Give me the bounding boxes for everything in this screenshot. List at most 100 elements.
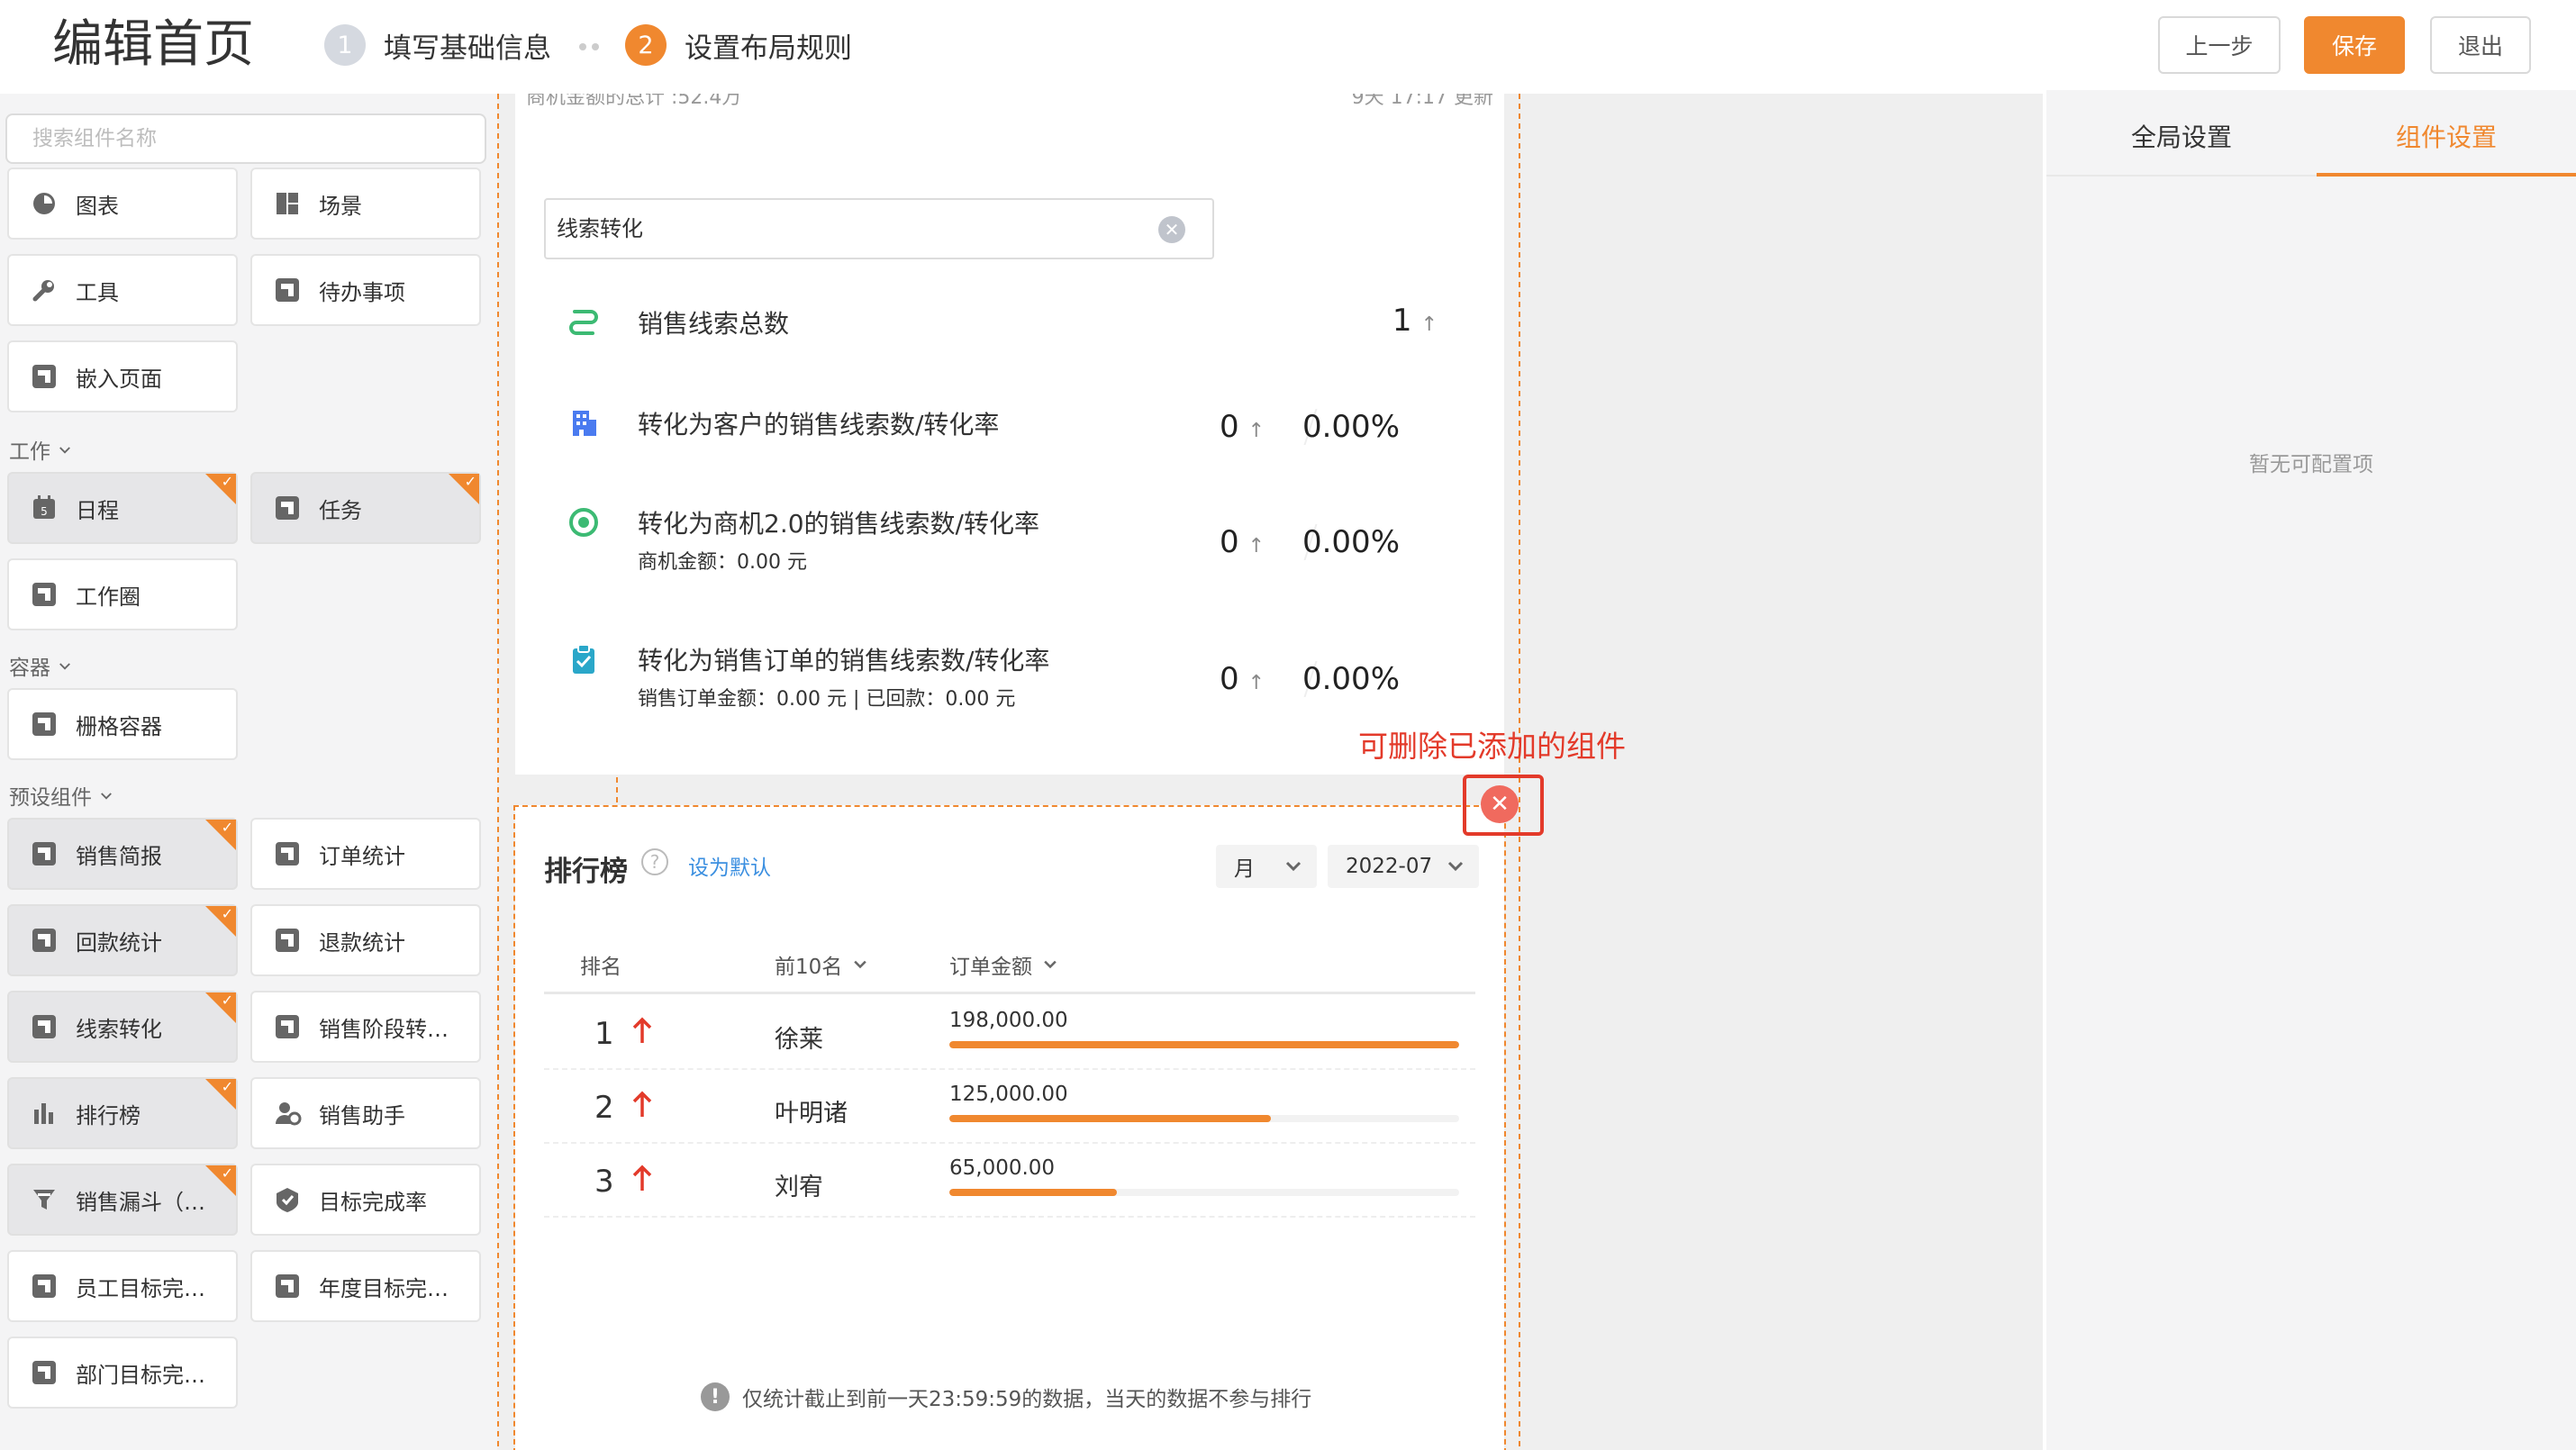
component-item[interactable]: 员工目标完… — [7, 1250, 238, 1322]
delete-component-button[interactable]: ✕ — [1481, 785, 1519, 823]
component-item[interactable]: 年度目标完… — [250, 1250, 481, 1322]
widget-icon — [29, 1271, 59, 1301]
check-icon: ✓ — [221, 905, 233, 922]
component-item[interactable]: 销售漏斗（… ✓ — [7, 1164, 238, 1236]
save-button[interactable]: 保存 — [2304, 16, 2405, 74]
svg-text:5: 5 — [41, 505, 48, 518]
component-item[interactable]: 图表 — [7, 168, 238, 240]
component-label: 日程 — [76, 497, 119, 523]
widget-icon — [29, 838, 59, 869]
step-basic-info[interactable]: 1 填写基础信息 — [324, 23, 551, 67]
tab-component-settings[interactable]: 组件设置 — [2317, 108, 2576, 164]
widget-icon — [29, 1357, 59, 1388]
component-item[interactable]: 5 日程 ✓ — [7, 472, 238, 544]
component-item[interactable]: 订单统计 — [250, 818, 481, 890]
chevron-down-icon — [59, 663, 71, 670]
component-item[interactable]: 栅格容器 — [7, 688, 238, 760]
component-item[interactable]: 退款统计 — [250, 904, 481, 976]
component-item[interactable]: 线索转化 ✓ — [7, 991, 238, 1063]
component-label: 销售漏斗（… — [76, 1189, 205, 1215]
settings-panel: 全局设置 组件设置 暂无可配置项 — [2046, 90, 2576, 1450]
arrow-up-icon: ↑ — [1420, 313, 1438, 336]
metric-value: 1 — [1392, 303, 1412, 339]
metric-value: 0 — [1220, 661, 1239, 697]
step-label-1: 填写基础信息 — [384, 32, 551, 65]
component-label: 工作圈 — [76, 584, 141, 610]
component-item[interactable]: 场景 — [250, 168, 481, 240]
category-header[interactable]: 容器 — [9, 650, 73, 681]
lead-select-value: 线索转化 — [557, 216, 643, 241]
component-label: 回款统计 — [76, 929, 162, 956]
component-label: 线索转化 — [76, 1016, 162, 1042]
widget-icon — [29, 1011, 59, 1042]
component-label: 待办事项 — [319, 279, 405, 305]
widget-icon — [272, 493, 303, 523]
widget-icon — [29, 709, 59, 739]
widget-icon — [272, 925, 303, 956]
component-label: 场景 — [319, 193, 362, 219]
arrow-up-icon: ↑ — [1247, 420, 1265, 442]
check-icon: ✓ — [464, 473, 476, 490]
component-label: 工具 — [76, 279, 119, 305]
assistant-icon — [272, 1098, 303, 1128]
tab-global-settings[interactable]: 全局设置 — [2046, 108, 2317, 164]
component-item[interactable]: 任务 ✓ — [250, 472, 481, 544]
component-label: 销售简报 — [76, 843, 162, 869]
layout-canvas: 商机金额的总计 :52.4万 9天 17:17 更新 线索转化 ✕ 销售线索总数… — [497, 94, 2043, 1450]
target-icon — [272, 1184, 303, 1215]
metric-title: 转化为商机2.0的销售线索数/转化率 — [638, 509, 1039, 539]
metric-rate: 0.00% — [1302, 409, 1400, 445]
component-library: 搜索组件名称 图表 场景 工具 待办事项 嵌入页面 工作 5 日程 ✓ 任务 ✓ 工作圈 容器 栅格容… — [0, 94, 497, 1450]
component-label: 订单统计 — [319, 843, 405, 869]
funnel-icon — [29, 1184, 59, 1215]
category-header[interactable]: 预设组件 — [9, 780, 114, 811]
component-label: 图表 — [76, 193, 119, 219]
component-label: 销售阶段转… — [319, 1016, 449, 1042]
component-item[interactable]: 待办事项 — [250, 254, 481, 326]
clipboard-icon — [573, 644, 594, 674]
component-item[interactable]: 嵌入页面 — [7, 340, 238, 412]
prev-step-button[interactable]: 上一步 — [2158, 16, 2281, 74]
widget-icon — [29, 361, 59, 392]
component-item[interactable]: 目标完成率 — [250, 1164, 481, 1236]
empty-config-text: 暂无可配置项 — [2249, 453, 2373, 476]
component-item[interactable]: 销售阶段转… — [250, 991, 481, 1063]
building-icon — [573, 411, 596, 436]
pie-chart-icon — [29, 188, 59, 219]
step-number-2: 2 — [625, 24, 667, 66]
metric-title: 转化为销售订单的销售线索数/转化率 — [638, 646, 1050, 675]
component-item[interactable]: 工作圈 — [7, 558, 238, 630]
component-item[interactable]: 回款统计 ✓ — [7, 904, 238, 976]
category-header[interactable]: 工作 — [9, 434, 73, 465]
metric-rate: 0.00% — [1302, 661, 1400, 697]
card-fragment-right: 9天 17:17 更新 — [1351, 94, 1493, 109]
check-icon: ✓ — [221, 1165, 233, 1182]
component-label: 部门目标完… — [76, 1362, 205, 1388]
check-icon: ✓ — [221, 992, 233, 1009]
step-number-1: 1 — [324, 24, 366, 66]
component-item[interactable]: 排行榜 ✓ — [7, 1077, 238, 1149]
component-item[interactable]: 销售简报 ✓ — [7, 818, 238, 890]
step-connector — [579, 43, 599, 50]
exit-button[interactable]: 退出 — [2430, 16, 2531, 74]
target-icon — [569, 508, 598, 537]
check-icon: ✓ — [221, 1078, 233, 1095]
component-label: 员工目标完… — [76, 1275, 205, 1301]
component-item[interactable]: 部门目标完… — [7, 1337, 238, 1409]
component-item[interactable]: 销售助手 — [250, 1077, 481, 1149]
selected-component-outline — [513, 805, 1506, 1450]
widget-icon — [272, 1011, 303, 1042]
step-layout-rules[interactable]: 2 设置布局规则 — [625, 23, 852, 67]
lead-conversion-card[interactable]: 线索转化 ✕ 销售线索总数 1 ↑ 转化为客户的销售线索数/转化率 0 ↑ 0.… — [515, 169, 1504, 775]
layout-icon — [272, 188, 303, 219]
component-item[interactable]: 工具 — [7, 254, 238, 326]
lead-type-select[interactable]: 线索转化 ✕ — [544, 198, 1214, 259]
widget-icon — [29, 579, 59, 610]
wrench-icon — [29, 275, 59, 305]
widget-icon — [272, 838, 303, 869]
card-fragment-left: 商机金额的总计 :52.4万 — [526, 94, 742, 109]
arrow-up-icon: ↑ — [1247, 672, 1265, 694]
clear-icon[interactable]: ✕ — [1158, 216, 1185, 243]
component-search-input[interactable]: 搜索组件名称 — [5, 113, 486, 164]
page-title: 编辑首页 — [52, 15, 254, 74]
